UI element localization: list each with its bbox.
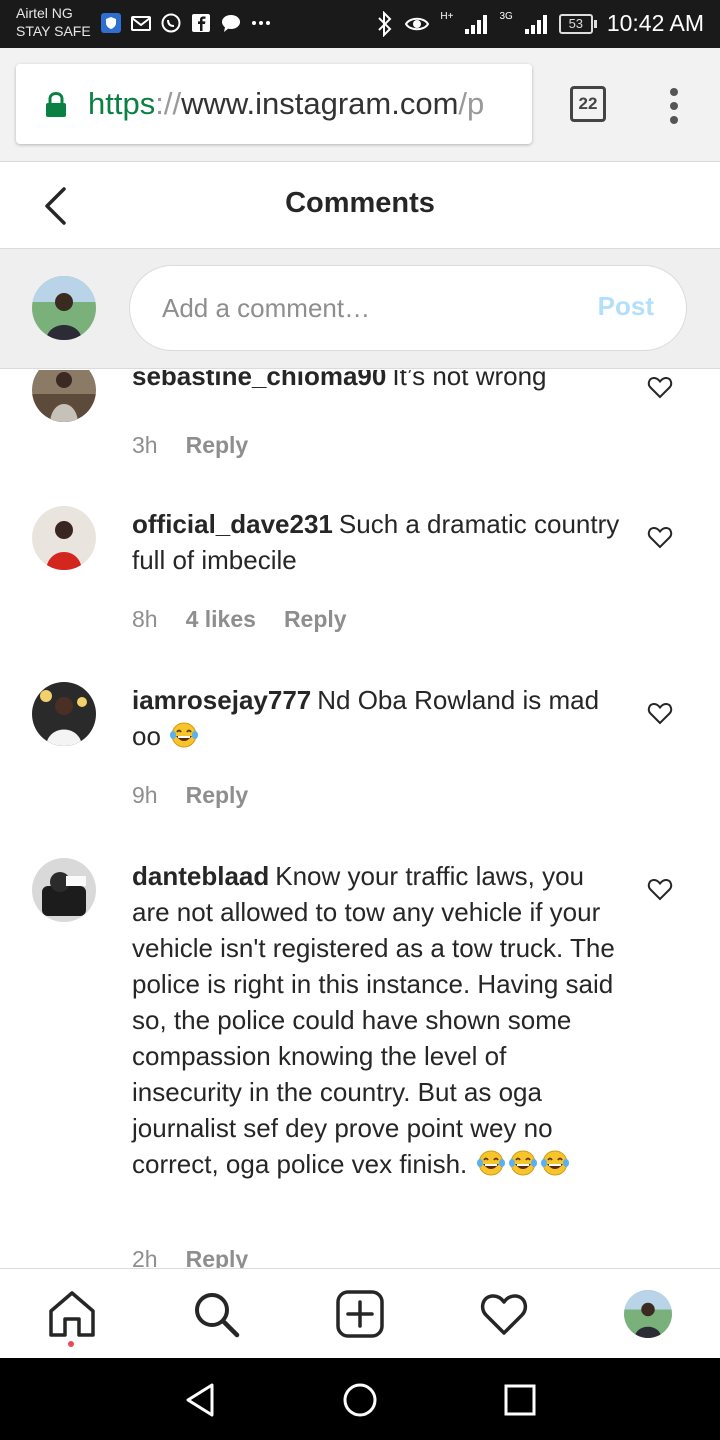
laughing-tears-emoji-icon	[475, 1149, 507, 1177]
heart-icon[interactable]	[647, 701, 673, 725]
reply-button[interactable]: Reply	[186, 432, 249, 459]
status-bar: Airtel NG STAY SAFE H+ 3G 53 10:42 AM	[0, 0, 720, 48]
avatar	[32, 276, 96, 340]
avatar[interactable]	[32, 506, 96, 570]
heart-icon[interactable]	[647, 525, 673, 549]
system-navigation-bar	[0, 1358, 720, 1440]
url-bar[interactable]: https://www.instagram.com/p	[16, 64, 532, 144]
whatsapp-icon	[161, 13, 181, 33]
comment-time: 3h	[132, 432, 158, 458]
reply-button[interactable]: Reply	[186, 1246, 249, 1268]
profile-avatar[interactable]	[624, 1290, 672, 1338]
back-triangle-icon[interactable]	[180, 1380, 220, 1420]
signal-icon	[465, 14, 488, 34]
comment-meta: 3h Reply	[132, 432, 248, 459]
comment-meta: 8h 4 likes Reply	[132, 606, 347, 633]
url-text: https://www.instagram.com/p	[88, 86, 485, 121]
add-post-icon[interactable]	[335, 1289, 385, 1339]
overflow-menu-icon[interactable]	[660, 86, 688, 126]
battery-icon: 53	[558, 13, 597, 34]
shield-icon	[101, 13, 121, 33]
clock: 10:42 AM	[606, 10, 704, 36]
search-icon[interactable]	[191, 1289, 241, 1339]
comment-time: 9h	[132, 782, 158, 808]
bottom-navigation	[0, 1268, 720, 1358]
comment-input-container: Post	[129, 265, 687, 351]
activity-heart-icon[interactable]	[479, 1289, 529, 1339]
comment-username[interactable]: official_dave231	[132, 509, 333, 539]
comment-text: iamrosejay777 Nd Oba Rowland is mad oo	[132, 682, 622, 754]
comment-meta: 2h Reply	[132, 1246, 248, 1268]
signal-icon	[524, 14, 547, 34]
comment-body: It’s not wrong	[392, 370, 547, 391]
heart-icon[interactable]	[647, 877, 673, 901]
comments-header: Comments	[0, 162, 720, 249]
comment-body: Know your traffic laws, you are not allo…	[132, 861, 615, 1179]
home-circle-icon[interactable]	[340, 1380, 380, 1420]
avatar[interactable]	[32, 370, 96, 422]
lock-icon	[46, 92, 66, 117]
post-button[interactable]: Post	[598, 291, 654, 322]
facebook-icon	[192, 14, 210, 32]
mail-icon	[131, 16, 151, 31]
laughing-tears-emoji-icon	[539, 1149, 571, 1177]
comment-text: danteblaad Know your traffic laws, you ar…	[132, 858, 622, 1182]
reply-button[interactable]: Reply	[284, 606, 347, 633]
eye-icon	[405, 17, 430, 30]
home-icon[interactable]	[47, 1289, 97, 1339]
recents-square-icon[interactable]	[500, 1380, 540, 1420]
avatar[interactable]	[32, 682, 96, 746]
heart-icon[interactable]	[647, 375, 673, 399]
comment-time: 8h	[132, 606, 158, 632]
laughing-tears-emoji-icon	[168, 721, 200, 749]
comment-username[interactable]: sebastine_chioma90	[132, 370, 386, 391]
comment-input[interactable]	[162, 288, 582, 328]
comment-meta: 9h Reply	[132, 782, 248, 809]
network-type-label: 3G	[499, 11, 513, 22]
laughing-tears-emoji-icon	[507, 1149, 539, 1177]
comment-username[interactable]: iamrosejay777	[132, 685, 311, 715]
reply-button[interactable]: Reply	[186, 782, 249, 809]
comment-time: 2h	[132, 1246, 158, 1268]
likes-count[interactable]: 4 likes	[186, 606, 256, 633]
avatar[interactable]	[32, 858, 96, 922]
browser-toolbar: https://www.instagram.com/p 22	[0, 48, 720, 162]
page-title: Comments	[285, 187, 435, 219]
comment-composer: Post	[0, 249, 720, 369]
bluetooth-icon	[378, 10, 392, 37]
comment-text: official_dave231 Such a dramatic country …	[132, 506, 622, 578]
tab-switcher-button[interactable]: 22	[570, 86, 606, 122]
carrier-label: Airtel NG STAY SAFE	[16, 5, 91, 39]
more-dots-icon	[252, 21, 270, 25]
comment-text: sebastine_chioma90 It’s not wrong	[132, 370, 622, 394]
network-type-label: H+	[440, 11, 454, 22]
comment-username[interactable]: danteblaad	[132, 861, 269, 891]
notification-dot	[68, 1341, 74, 1347]
comments-list: sebastine_chioma90 It’s not wrong 3h Repl…	[0, 370, 720, 1268]
chat-icon	[222, 15, 240, 32]
